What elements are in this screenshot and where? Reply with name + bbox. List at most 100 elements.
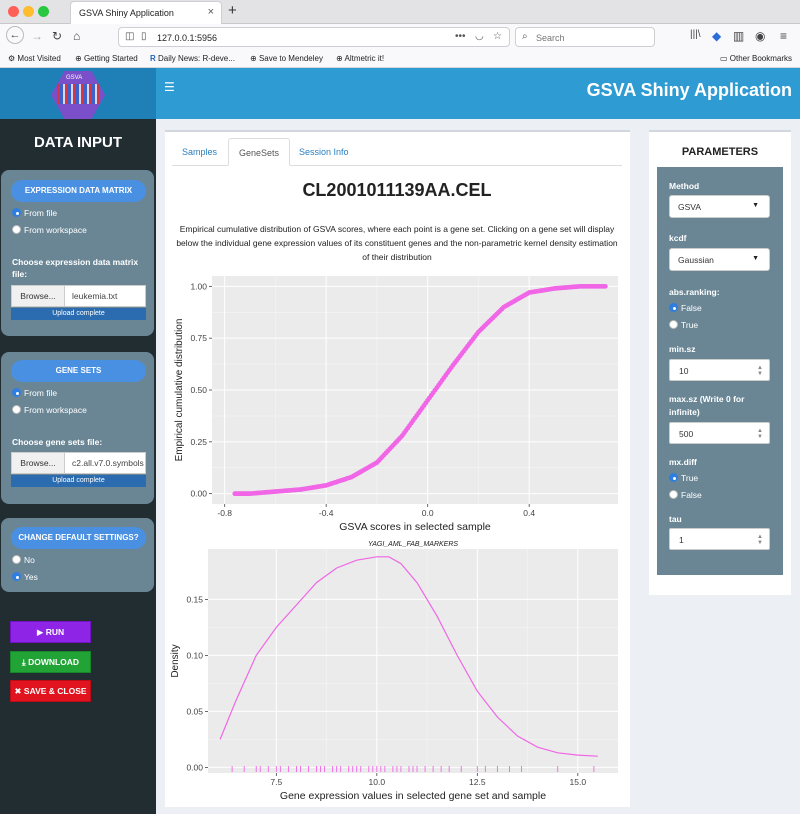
max-sz-value: 500 (679, 429, 694, 439)
y-tick-label: 0.10 (186, 650, 203, 660)
tab-session-info[interactable]: Session Info (289, 138, 359, 166)
x-tick-label: 7.5 (270, 777, 282, 787)
y-tick-label: 0.05 (186, 706, 203, 716)
bookmark-most-visited[interactable]: ⚙ Most Visited (8, 54, 61, 63)
y-tick-label: 0.15 (186, 594, 203, 604)
default-settings-header-button[interactable]: CHANGE DEFAULT SETTINGS? (11, 527, 146, 549)
radio-defaults-yes[interactable]: Yes (12, 572, 38, 582)
method-select[interactable]: GSVA ▼ (669, 195, 770, 218)
bookmark-label: Daily News: R-deve... (158, 54, 235, 63)
download-button[interactable]: ⤓ DOWNLOAD (10, 651, 91, 673)
ecdf-chart[interactable]: -0.8 -0.4 0.0 0.4 0.00 0.25 0.50 0.75 1.00 GSVA s… (168, 270, 628, 535)
radio-abs-false[interactable]: False (669, 303, 702, 313)
expression-header-button[interactable]: EXPRESSION DATA MATRIX (11, 180, 146, 202)
min-sz-value: 10 (679, 366, 689, 376)
radio-expr-from-file[interactable]: From file (12, 208, 57, 218)
pocket-icon[interactable]: ◡ (475, 31, 484, 42)
logo-heatmap (57, 84, 99, 104)
close-window-button[interactable] (8, 6, 19, 17)
x-tick-label: 0.0 (422, 508, 434, 518)
stepper-icon[interactable]: ▲ ▼ (757, 428, 763, 440)
sidebar-toggle-icon[interactable]: ▥ (733, 29, 744, 43)
back-icon[interactable]: ← (6, 26, 24, 44)
page-info-icon[interactable]: ▯ (141, 31, 147, 42)
gs-upload-status: Upload complete (11, 475, 146, 487)
browser-tab-title: GSVA Shiny Application (79, 8, 174, 18)
browser-tab[interactable]: GSVA Shiny Application × (70, 1, 222, 24)
account-icon[interactable]: ◉ (755, 29, 765, 43)
expr-file-input[interactable]: Browse... leukemia.txt (11, 285, 146, 307)
density-chart[interactable]: 7.5 10.0 12.5 15.0 0.00 0.05 0.10 0.15 Gene expr… (168, 540, 628, 804)
radio-mx-false[interactable]: False (669, 490, 702, 500)
search-bar[interactable]: ⌕ Search (515, 27, 655, 47)
stepper-icon[interactable]: ▲ ▼ (757, 534, 763, 546)
gs-file-input[interactable]: Browse... c2.all.v7.0.symbols.gmt (11, 452, 146, 474)
sidebar-toggle-icon[interactable]: ☰ (164, 80, 175, 94)
gs-browse-button[interactable]: Browse... (12, 453, 65, 473)
kcdf-select[interactable]: Gaussian ▼ (669, 248, 770, 271)
radio-gs-from-file[interactable]: From file (12, 388, 57, 398)
stepper-icon[interactable]: ▲ ▼ (757, 365, 763, 377)
bookmark-star-icon[interactable]: ☆ (493, 31, 502, 42)
radio-abs-true[interactable]: True (669, 320, 698, 330)
url-text: 127.0.0.1:5956 (157, 33, 218, 43)
method-label: Method (669, 181, 700, 191)
search-placeholder: Search (536, 33, 565, 43)
url-bar[interactable]: ◫ ▯ 127.0.0.1:5956 ••• ◡ ☆ (118, 27, 510, 47)
bookmark-label: Most Visited (17, 54, 61, 63)
browser-tab-bar: GSVA Shiny Application × + (0, 0, 800, 24)
radio-defaults-no[interactable]: No (12, 555, 35, 565)
radio-icon (12, 405, 21, 414)
menu-icon[interactable]: ≡ (780, 29, 787, 43)
library-icon[interactable]: |||\ (690, 29, 701, 40)
bookmark-getting-started[interactable]: ⊕ Getting Started (75, 54, 138, 63)
search-icon: ⌕ (522, 31, 528, 42)
bookmark-mendeley[interactable]: ⊕ Save to Mendeley (250, 54, 323, 63)
chart-description: Empirical cumulative distribution of GSV… (176, 224, 618, 262)
radio-icon (669, 490, 678, 499)
shield-icon[interactable]: ◫ (125, 31, 134, 42)
kcdf-label: kcdf (669, 233, 687, 243)
bookmark-daily-news[interactable]: R Daily News: R-deve... (150, 54, 235, 63)
y-tick-label: 0.00 (190, 489, 207, 499)
tab-genesets[interactable]: GeneSets (228, 138, 291, 166)
sample-title: CL2001011139AA.CEL (302, 180, 492, 200)
run-button[interactable]: ▶ RUN (10, 621, 91, 643)
radio-icon (12, 555, 21, 564)
gene-sets-header-button[interactable]: GENE SETS (11, 360, 146, 382)
mx-diff-label: mx.diff (669, 457, 697, 467)
save-close-button[interactable]: ✖ SAVE & CLOSE (10, 680, 91, 702)
radio-mx-true[interactable]: True (669, 473, 698, 483)
page-actions-icon[interactable]: ••• (455, 31, 466, 42)
reload-icon[interactable]: ↻ (52, 29, 62, 43)
sidebar-title: DATA INPUT (33, 134, 123, 151)
download-label: DOWNLOAD (28, 657, 80, 667)
play-icon: ▶ (36, 627, 44, 637)
x-tick-label: 12.5 (469, 777, 486, 787)
min-sz-input[interactable]: 10 ▲ ▼ (669, 359, 770, 381)
forward-icon[interactable]: → (31, 29, 43, 43)
close-tab-icon[interactable]: × (208, 6, 214, 18)
bookmark-other[interactable]: ▭ Other Bookmarks (720, 54, 792, 63)
close-icon: ✖ (14, 686, 22, 696)
radio-gs-from-workspace[interactable]: From workspace (12, 405, 87, 415)
max-sz-label: max.sz (Write 0 for infinite) (669, 394, 745, 417)
x-axis-label: Gene expression values in selected gene … (280, 790, 546, 802)
new-tab-icon[interactable]: + (228, 2, 237, 19)
radio-expr-from-workspace[interactable]: From workspace (12, 225, 87, 235)
max-sz-input[interactable]: 500 ▲ ▼ (669, 422, 770, 444)
save-close-label: SAVE & CLOSE (23, 686, 87, 696)
expr-browse-button[interactable]: Browse... (12, 286, 65, 306)
radio-label: From file (24, 388, 58, 398)
maximize-window-button[interactable] (38, 6, 49, 17)
tab-samples[interactable]: Samples (172, 138, 227, 166)
tau-input[interactable]: 1 ▲ ▼ (669, 528, 770, 550)
bookmark-altmetric[interactable]: ⊕ Altmetric it! (336, 54, 384, 63)
abs-ranking-label: abs.ranking: (669, 287, 720, 297)
chart-title: YAGI_AML_FAB_MARKERS (368, 541, 458, 548)
radio-label: False (681, 490, 702, 500)
minimize-window-button[interactable] (23, 6, 34, 17)
home-icon[interactable]: ⌂ (73, 29, 80, 43)
y-axis-label: Empirical cumulative distribution (174, 319, 185, 462)
extension-icon[interactable]: ◆ (712, 29, 721, 43)
